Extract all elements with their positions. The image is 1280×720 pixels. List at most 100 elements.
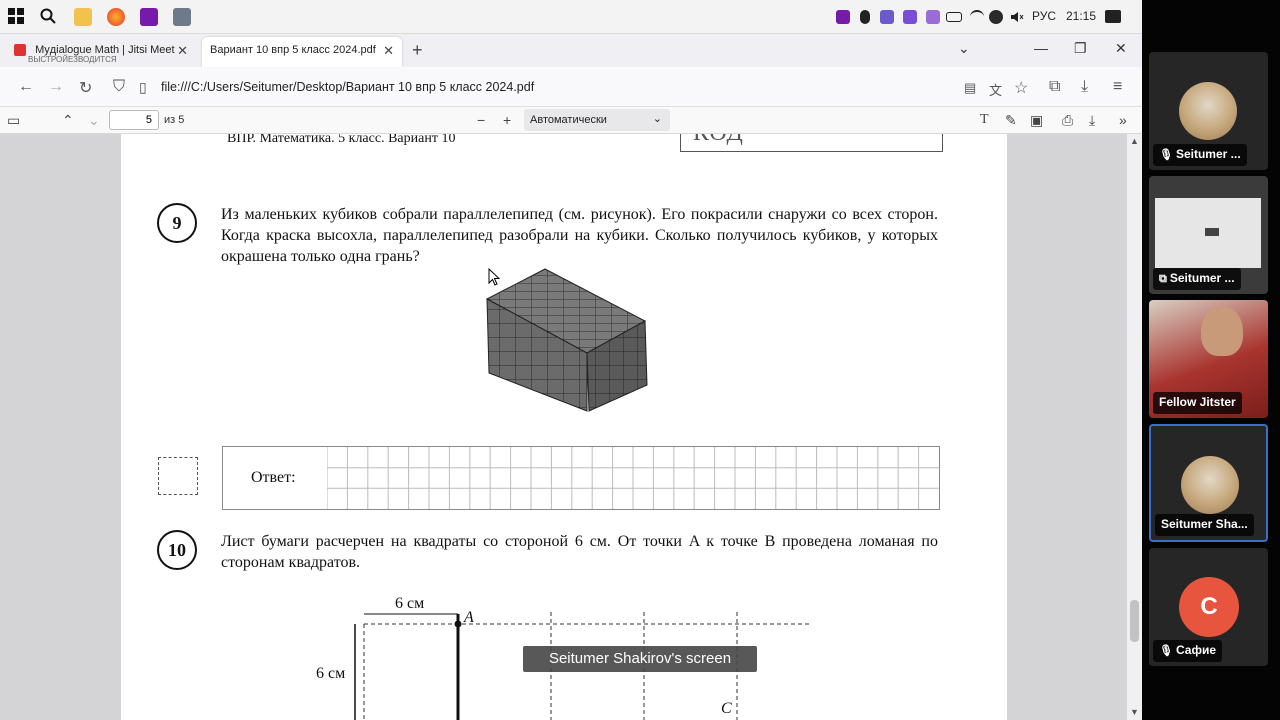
windows-taskbar: РУС 21:15	[0, 0, 1142, 34]
participant-filmstrip: 🎙︎ Seitumer ... ⧉ Seitumer ... Fellow Jits…	[1142, 0, 1280, 720]
mic-muted-icon: 🎙︎	[1159, 149, 1173, 161]
figure-top-label: 6 см	[395, 595, 425, 612]
image-tool-icon[interactable]: ▣	[1030, 112, 1043, 129]
maximize-icon[interactable]: ❐	[1074, 40, 1087, 57]
question-number-9: 9	[157, 203, 197, 243]
new-tab-icon[interactable]: +	[412, 40, 423, 61]
forward-icon[interactable]: →	[48, 78, 64, 96]
list-tabs-icon[interactable]: ⌄	[958, 40, 970, 57]
onenote-tray-icon[interactable]	[836, 10, 850, 24]
zoom-select[interactable]: Автоматически ⌄	[524, 109, 670, 131]
screen-share-thumbnail	[1155, 198, 1261, 268]
pdf-viewer[interactable]: ВПР. Математика. 5 класс. Вариант 10 КОД…	[0, 134, 1127, 720]
page-number-input[interactable]: 5	[109, 110, 159, 130]
point-a-label: A	[464, 609, 474, 626]
chevron-down-icon: ⌄	[652, 113, 662, 125]
wifi-icon[interactable]	[970, 10, 984, 24]
file-explorer-icon[interactable]	[74, 8, 92, 26]
language-indicator[interactable]: РУС	[1032, 9, 1056, 23]
close-tab-icon[interactable]: ✕	[383, 43, 394, 59]
scroll-down-icon[interactable]: ▼	[1130, 707, 1139, 717]
pen-icon[interactable]	[926, 10, 940, 24]
mic-muted-icon: 🎙︎	[1159, 645, 1173, 657]
participant-tile[interactable]: С 🎙︎ Сафие	[1149, 548, 1268, 666]
windows-start-icon[interactable]	[8, 8, 26, 26]
sidebar-toggle-icon[interactable]: ▭	[7, 112, 20, 129]
menu-icon[interactable]: ≡	[1113, 78, 1122, 96]
tab-pdf[interactable]: Вариант 10 впр 5 класс 2024.pdf ✕	[202, 37, 402, 67]
video-feed	[1201, 306, 1243, 356]
zoom-value: Автоматически	[530, 114, 607, 126]
participant-name: Fellow Jitster	[1153, 392, 1242, 414]
question-10-text: Лист бумаги расчерчен на квадраты со сто…	[221, 533, 938, 571]
save-icon[interactable]: ⤓	[1089, 112, 1095, 129]
parallelepiped-figure	[485, 268, 648, 412]
avatar: С	[1179, 577, 1239, 637]
participant-name: 🎙︎ Seitumer ...	[1153, 144, 1247, 166]
participant-name: ⧉ Seitumer ...	[1153, 268, 1241, 290]
back-icon[interactable]: ←	[18, 78, 34, 96]
answer-label: Ответ:	[251, 469, 296, 486]
bookmark-star-icon[interactable]: ☆	[1014, 78, 1028, 98]
shield-icon[interactable]: ⛉	[113, 78, 125, 96]
mouse-cursor-icon	[488, 268, 500, 286]
participant-tile[interactable]: Fellow Jitster	[1149, 300, 1268, 418]
print-icon[interactable]: ⎙	[1062, 112, 1073, 129]
firefox-icon[interactable]	[107, 8, 125, 26]
participant-name: Seitumer Sha...	[1155, 514, 1254, 536]
vertical-scrollbar[interactable]: ▲ ▼	[1127, 134, 1142, 720]
url-bar[interactable]: file:///C:/Users/Seitumer/Desktop/Вариан…	[161, 80, 534, 94]
reader-view-icon[interactable]: ▤	[964, 80, 976, 96]
participant-tile[interactable]: ⧉ Seitumer ...	[1149, 176, 1268, 294]
page-header: ВПР. Математика. 5 класс. Вариант 10	[227, 134, 456, 146]
code-box: КОД	[680, 134, 943, 152]
close-window-icon[interactable]: ✕	[1115, 40, 1127, 57]
tray-app-icon[interactable]	[903, 10, 917, 24]
participant-tile[interactable]: 🎙︎ Seitumer ...	[1149, 52, 1268, 170]
pdf-toolbar: ▭ ⌃ ⌄ 5 из 5 − + Автоматически ⌄ T ✎ ▣ ⎙…	[0, 107, 1142, 134]
tab-sublabel: ВЫСТРОЙЕЗВОДИТСЯ	[28, 55, 117, 64]
search-icon[interactable]	[40, 8, 58, 26]
point-c-label: C	[721, 700, 732, 717]
scroll-thumb[interactable]	[1130, 600, 1139, 642]
notifications-icon[interactable]	[1105, 10, 1121, 23]
question-number-10: 10	[157, 530, 197, 570]
avatar	[1181, 456, 1239, 514]
minimize-icon[interactable]: —	[1034, 40, 1048, 56]
text-tool-icon[interactable]: T	[980, 112, 989, 128]
reload-icon[interactable]: ↻	[79, 78, 92, 98]
pdf-tab-icon	[14, 44, 26, 57]
browser-tab-bar: Myдialogue Math | Jitsi Meet ВЫСТРОЙЕЗВО…	[0, 34, 1142, 67]
translate-icon[interactable]: 文	[989, 80, 1002, 99]
answer-field[interactable]: Ответ:	[222, 446, 940, 510]
participant-tile-active[interactable]: Seitumer Sha...	[1149, 424, 1268, 542]
avatar	[1179, 82, 1237, 140]
tray-app-icon[interactable]	[880, 10, 894, 24]
screen-share-icon: ⧉	[1159, 273, 1167, 285]
draw-tool-icon[interactable]: ✎	[1005, 112, 1017, 129]
previous-page-icon[interactable]: ⌃	[62, 112, 74, 129]
close-tab-icon[interactable]: ✕	[177, 43, 188, 59]
code-label: КОД	[693, 134, 744, 147]
clock[interactable]: 21:15	[1066, 9, 1096, 23]
zoom-out-icon[interactable]: −	[477, 112, 485, 128]
download-icon[interactable]: ⤓	[1081, 78, 1088, 96]
battery-icon[interactable]	[946, 12, 962, 22]
security-icon[interactable]	[989, 10, 1003, 24]
participant-name: 🎙︎ Сафие	[1153, 640, 1223, 662]
screen-share-caption: Seitumer Shakirov's screen	[523, 646, 757, 672]
onenote-icon[interactable]	[140, 8, 158, 26]
calculator-icon[interactable]	[173, 8, 191, 26]
answer-score-box	[158, 457, 198, 495]
zoom-in-icon[interactable]: +	[503, 112, 511, 128]
microphone-icon[interactable]	[860, 10, 870, 24]
tab-jitsi-meet[interactable]: Myдialogue Math | Jitsi Meet ВЫСТРОЙЕЗВО…	[6, 37, 196, 67]
tab-label: Вариант 10 впр 5 класс 2024.pdf	[210, 44, 376, 56]
more-tools-icon[interactable]: »	[1119, 112, 1127, 128]
scroll-up-icon[interactable]: ▲	[1130, 136, 1139, 146]
question-9-text: Из маленьких кубиков собрали параллелепи…	[221, 206, 938, 265]
navigation-bar: ← → ↻ ⛉ ▯ file:///C:/Users/Seitumer/Desk…	[0, 67, 1142, 107]
extensions-icon[interactable]: ⧉	[1049, 78, 1060, 96]
next-page-icon[interactable]: ⌄	[88, 112, 100, 129]
speaker-muted-icon[interactable]	[1010, 10, 1024, 24]
